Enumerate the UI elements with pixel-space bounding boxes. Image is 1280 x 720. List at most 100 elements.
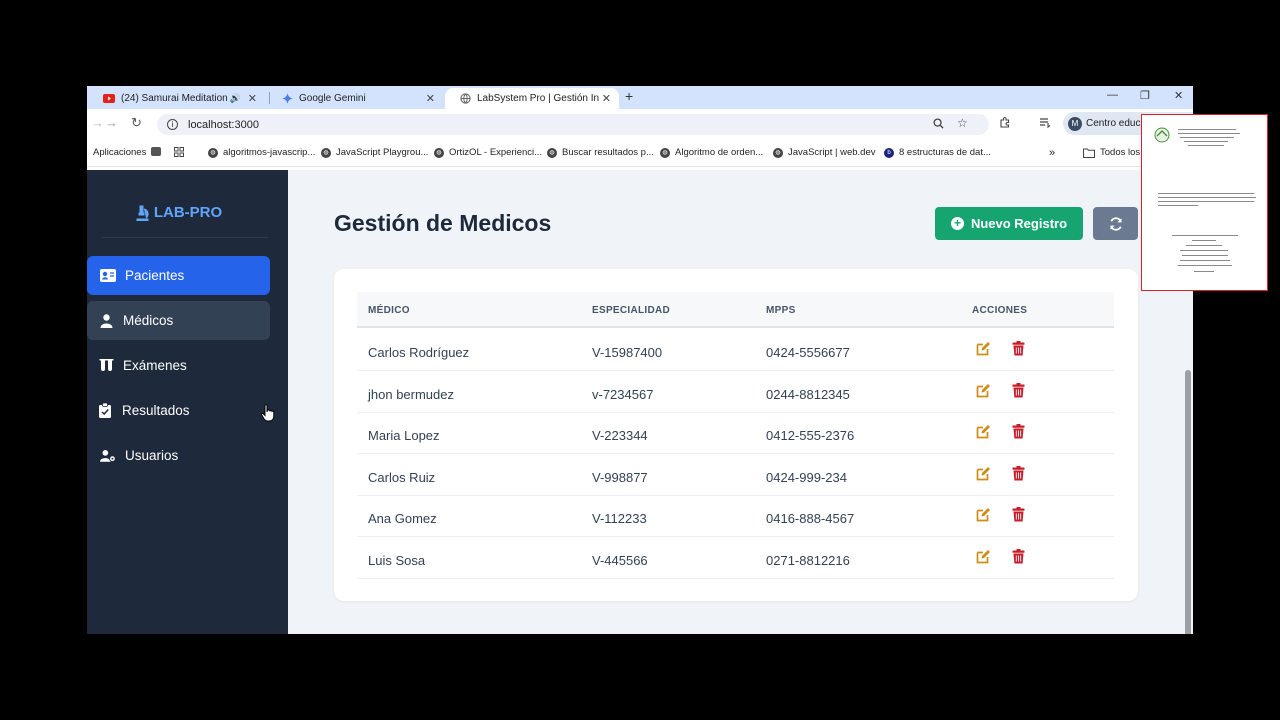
edit-icon[interactable] bbox=[976, 549, 991, 569]
bookmark-label: 8 estructuras de dat... bbox=[899, 147, 991, 158]
sidebar-item-medicos[interactable]: Médicos bbox=[87, 301, 270, 340]
bookmark-item[interactable]: b 8 estructuras de dat... bbox=[884, 147, 991, 158]
document-line bbox=[1192, 240, 1216, 241]
delete-icon[interactable] bbox=[1012, 465, 1025, 486]
sidebar-item-label: Médicos bbox=[123, 313, 174, 328]
cell-especialidad: v-7234567 bbox=[592, 386, 654, 402]
bookmarks-bar: Aplicaciones ◍ algoritmos-javascrip... ◍ J… bbox=[87, 141, 1193, 167]
tab-gemini[interactable]: Google Gemini ✕ bbox=[267, 88, 443, 109]
forward-icon[interactable]: → bbox=[105, 115, 118, 130]
bookmark-label: Buscar resultados p... bbox=[562, 147, 654, 158]
bookmark-item[interactable]: ◍ Algoritmo de orden... bbox=[660, 147, 763, 158]
restore-icon[interactable]: ❐ bbox=[1140, 89, 1150, 102]
close-tab-icon[interactable]: ✕ bbox=[426, 92, 435, 105]
globe-icon: ◍ bbox=[321, 147, 331, 158]
address-bar[interactable]: i localhost:3000 ☆ bbox=[157, 114, 989, 135]
globe-icon: ◍ bbox=[660, 147, 670, 158]
sidebar-item-pacientes[interactable]: Pacientes bbox=[87, 256, 270, 295]
cell-medico: Maria Lopez bbox=[368, 428, 440, 443]
reload-icon[interactable]: ↻ bbox=[131, 115, 142, 131]
delete-icon[interactable] bbox=[1012, 548, 1025, 569]
minimize-icon[interactable]: — bbox=[1107, 89, 1118, 101]
globe-icon: ◍ bbox=[773, 147, 783, 158]
bookmark-item[interactable]: ◍ JavaScript Playgrou... bbox=[321, 147, 428, 158]
sidebar-item-resultados[interactable]: Resultados bbox=[87, 391, 270, 430]
cell-mpps: 0412-555-2376 bbox=[766, 428, 855, 443]
bookmark-item[interactable]: ◍ Buscar resultados p... bbox=[547, 147, 654, 158]
globe-icon: ◍ bbox=[547, 147, 557, 158]
tab-labsystem[interactable]: LabSystem Pro | Gestión Integr ✕ bbox=[445, 88, 619, 109]
delete-icon[interactable] bbox=[1012, 507, 1025, 527]
tab-title: LabSystem Pro | Gestión Integr bbox=[477, 93, 599, 104]
reading-list-icon[interactable] bbox=[1039, 116, 1051, 131]
cell-medico: jhon bermudez bbox=[368, 386, 454, 402]
column-header-medico[interactable]: MÉDICO bbox=[368, 305, 410, 316]
tab-youtube[interactable]: (24) Samurai Meditation - R 🔊 ✕ bbox=[89, 88, 265, 109]
sidebar-item-examenes[interactable]: Exámenes bbox=[87, 346, 270, 385]
vials-icon bbox=[98, 359, 114, 372]
document-line bbox=[1158, 205, 1198, 206]
table-row: Luis Sosa V-445566 0271-8812216 bbox=[357, 538, 1114, 579]
divider bbox=[101, 237, 268, 238]
document-line bbox=[1158, 197, 1256, 198]
speaker-icon[interactable]: 🔊 bbox=[230, 93, 241, 104]
folder-icon bbox=[1083, 148, 1095, 158]
microscope-icon bbox=[136, 205, 149, 221]
site-info-icon[interactable]: i bbox=[167, 119, 178, 130]
page-title: Gestión de Medicos bbox=[334, 210, 552, 236]
refresh-button[interactable] bbox=[1093, 207, 1138, 240]
edit-icon[interactable] bbox=[976, 424, 991, 444]
zoom-icon[interactable] bbox=[933, 118, 944, 132]
bookmark-all[interactable]: Todos los bbox=[1083, 147, 1140, 158]
edit-icon[interactable] bbox=[976, 507, 991, 527]
more-bookmarks-icon[interactable]: » bbox=[1049, 147, 1055, 159]
globe-icon: ◍ bbox=[434, 147, 444, 158]
cell-especialidad: V-15987400 bbox=[592, 345, 663, 360]
cell-medico: Carlos Rodríguez bbox=[368, 345, 470, 360]
delete-icon[interactable] bbox=[1012, 424, 1025, 444]
table-row: Maria Lopez V-223344 0412-555-2376 bbox=[357, 413, 1114, 454]
bookmark-folder[interactable] bbox=[151, 147, 161, 156]
edit-icon[interactable] bbox=[976, 383, 991, 403]
bookmark-apps[interactable]: Aplicaciones bbox=[93, 147, 146, 158]
table-row: jhon bermudez v-7234567 0244-8812345 bbox=[357, 372, 1114, 413]
document-line bbox=[1186, 245, 1222, 246]
edit-icon[interactable] bbox=[976, 466, 991, 486]
sidebar-item-label: Resultados bbox=[122, 403, 190, 418]
apps-grid-icon[interactable] bbox=[174, 147, 184, 157]
back-icon[interactable]: → bbox=[91, 115, 104, 130]
bookmark-item[interactable]: ◍ JavaScript | web.dev bbox=[773, 147, 875, 158]
column-header-mpps[interactable]: MPPS bbox=[766, 305, 796, 316]
bookmark-favicon-icon: b bbox=[884, 147, 894, 158]
brand-logo[interactable]: LAB-PRO bbox=[87, 204, 270, 221]
sidebar-item-usuarios[interactable]: Usuarios bbox=[87, 436, 270, 475]
edit-icon[interactable] bbox=[976, 341, 991, 361]
bookmark-star-icon[interactable]: ☆ bbox=[957, 116, 968, 130]
new-tab-icon[interactable]: + bbox=[625, 88, 633, 104]
table-row: Ana Gomez V-112233 0416-888-4567 bbox=[357, 496, 1114, 537]
app-root: LAB-PRO Pacientes Médicos Exámenes Resul… bbox=[87, 170, 1193, 634]
scrollbar[interactable] bbox=[1185, 370, 1191, 634]
delete-icon[interactable] bbox=[1012, 382, 1025, 403]
document-line bbox=[1178, 129, 1236, 130]
document-thumbnail[interactable] bbox=[1141, 114, 1268, 291]
new-record-button[interactable]: + Nuevo Registro bbox=[935, 207, 1083, 240]
close-tab-icon[interactable]: ✕ bbox=[602, 92, 611, 105]
close-tab-icon[interactable]: ✕ bbox=[248, 92, 257, 105]
document-line bbox=[1180, 250, 1228, 251]
cell-medico: Carlos Ruiz bbox=[368, 469, 436, 485]
tab-title: Google Gemini bbox=[299, 93, 366, 104]
delete-icon[interactable] bbox=[1012, 341, 1025, 361]
hand-cursor-icon bbox=[261, 404, 275, 427]
extensions-icon[interactable] bbox=[999, 116, 1011, 131]
bookmark-item[interactable]: ◍ OrtizOL - Experienci... bbox=[434, 147, 542, 158]
sidebar: LAB-PRO Pacientes Médicos Exámenes Resul… bbox=[87, 170, 288, 634]
bookmark-label: algoritmos-javascrip... bbox=[223, 147, 316, 158]
bookmark-item[interactable]: ◍ algoritmos-javascrip... bbox=[208, 147, 315, 158]
institution-seal-icon bbox=[1154, 127, 1170, 143]
column-header-especialidad[interactable]: ESPECIALIDAD bbox=[592, 305, 670, 316]
close-window-icon[interactable]: ✕ bbox=[1174, 89, 1183, 102]
sidebar-item-label: Exámenes bbox=[123, 358, 187, 373]
bookmark-label: Aplicaciones bbox=[93, 147, 147, 158]
id-card-icon bbox=[100, 269, 116, 282]
